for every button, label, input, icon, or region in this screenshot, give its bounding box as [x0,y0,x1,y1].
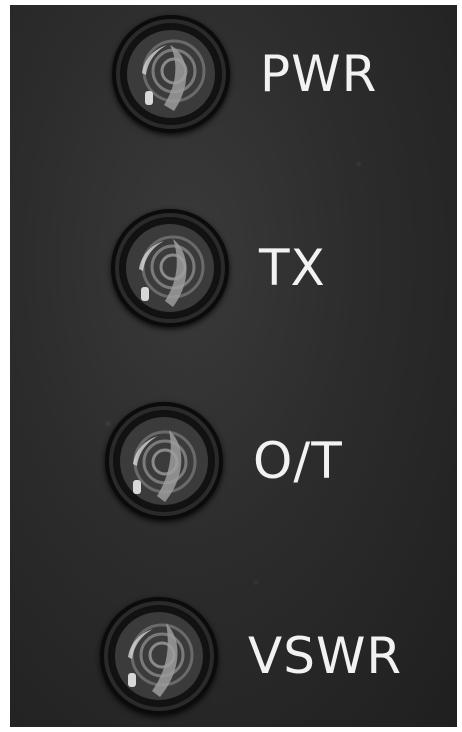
pwr-label: PWR [260,45,378,103]
led-lens-icon [105,402,223,520]
indicator-panel: PWR TX O/T VSWR [10,5,457,727]
indicator-ot: O/T [105,402,343,520]
indicator-vswr: VSWR [100,597,402,715]
led-lens-icon [112,15,230,133]
tx-label: TX [259,239,326,297]
indicator-pwr: PWR [112,15,377,133]
vswr-label: VSWR [248,627,403,685]
led-lens-icon [100,597,218,715]
photo-frame: PWR TX O/T VSWR [0,0,462,732]
led-lens-icon [111,209,229,327]
ot-label: O/T [253,432,343,490]
indicator-tx: TX [111,209,326,327]
